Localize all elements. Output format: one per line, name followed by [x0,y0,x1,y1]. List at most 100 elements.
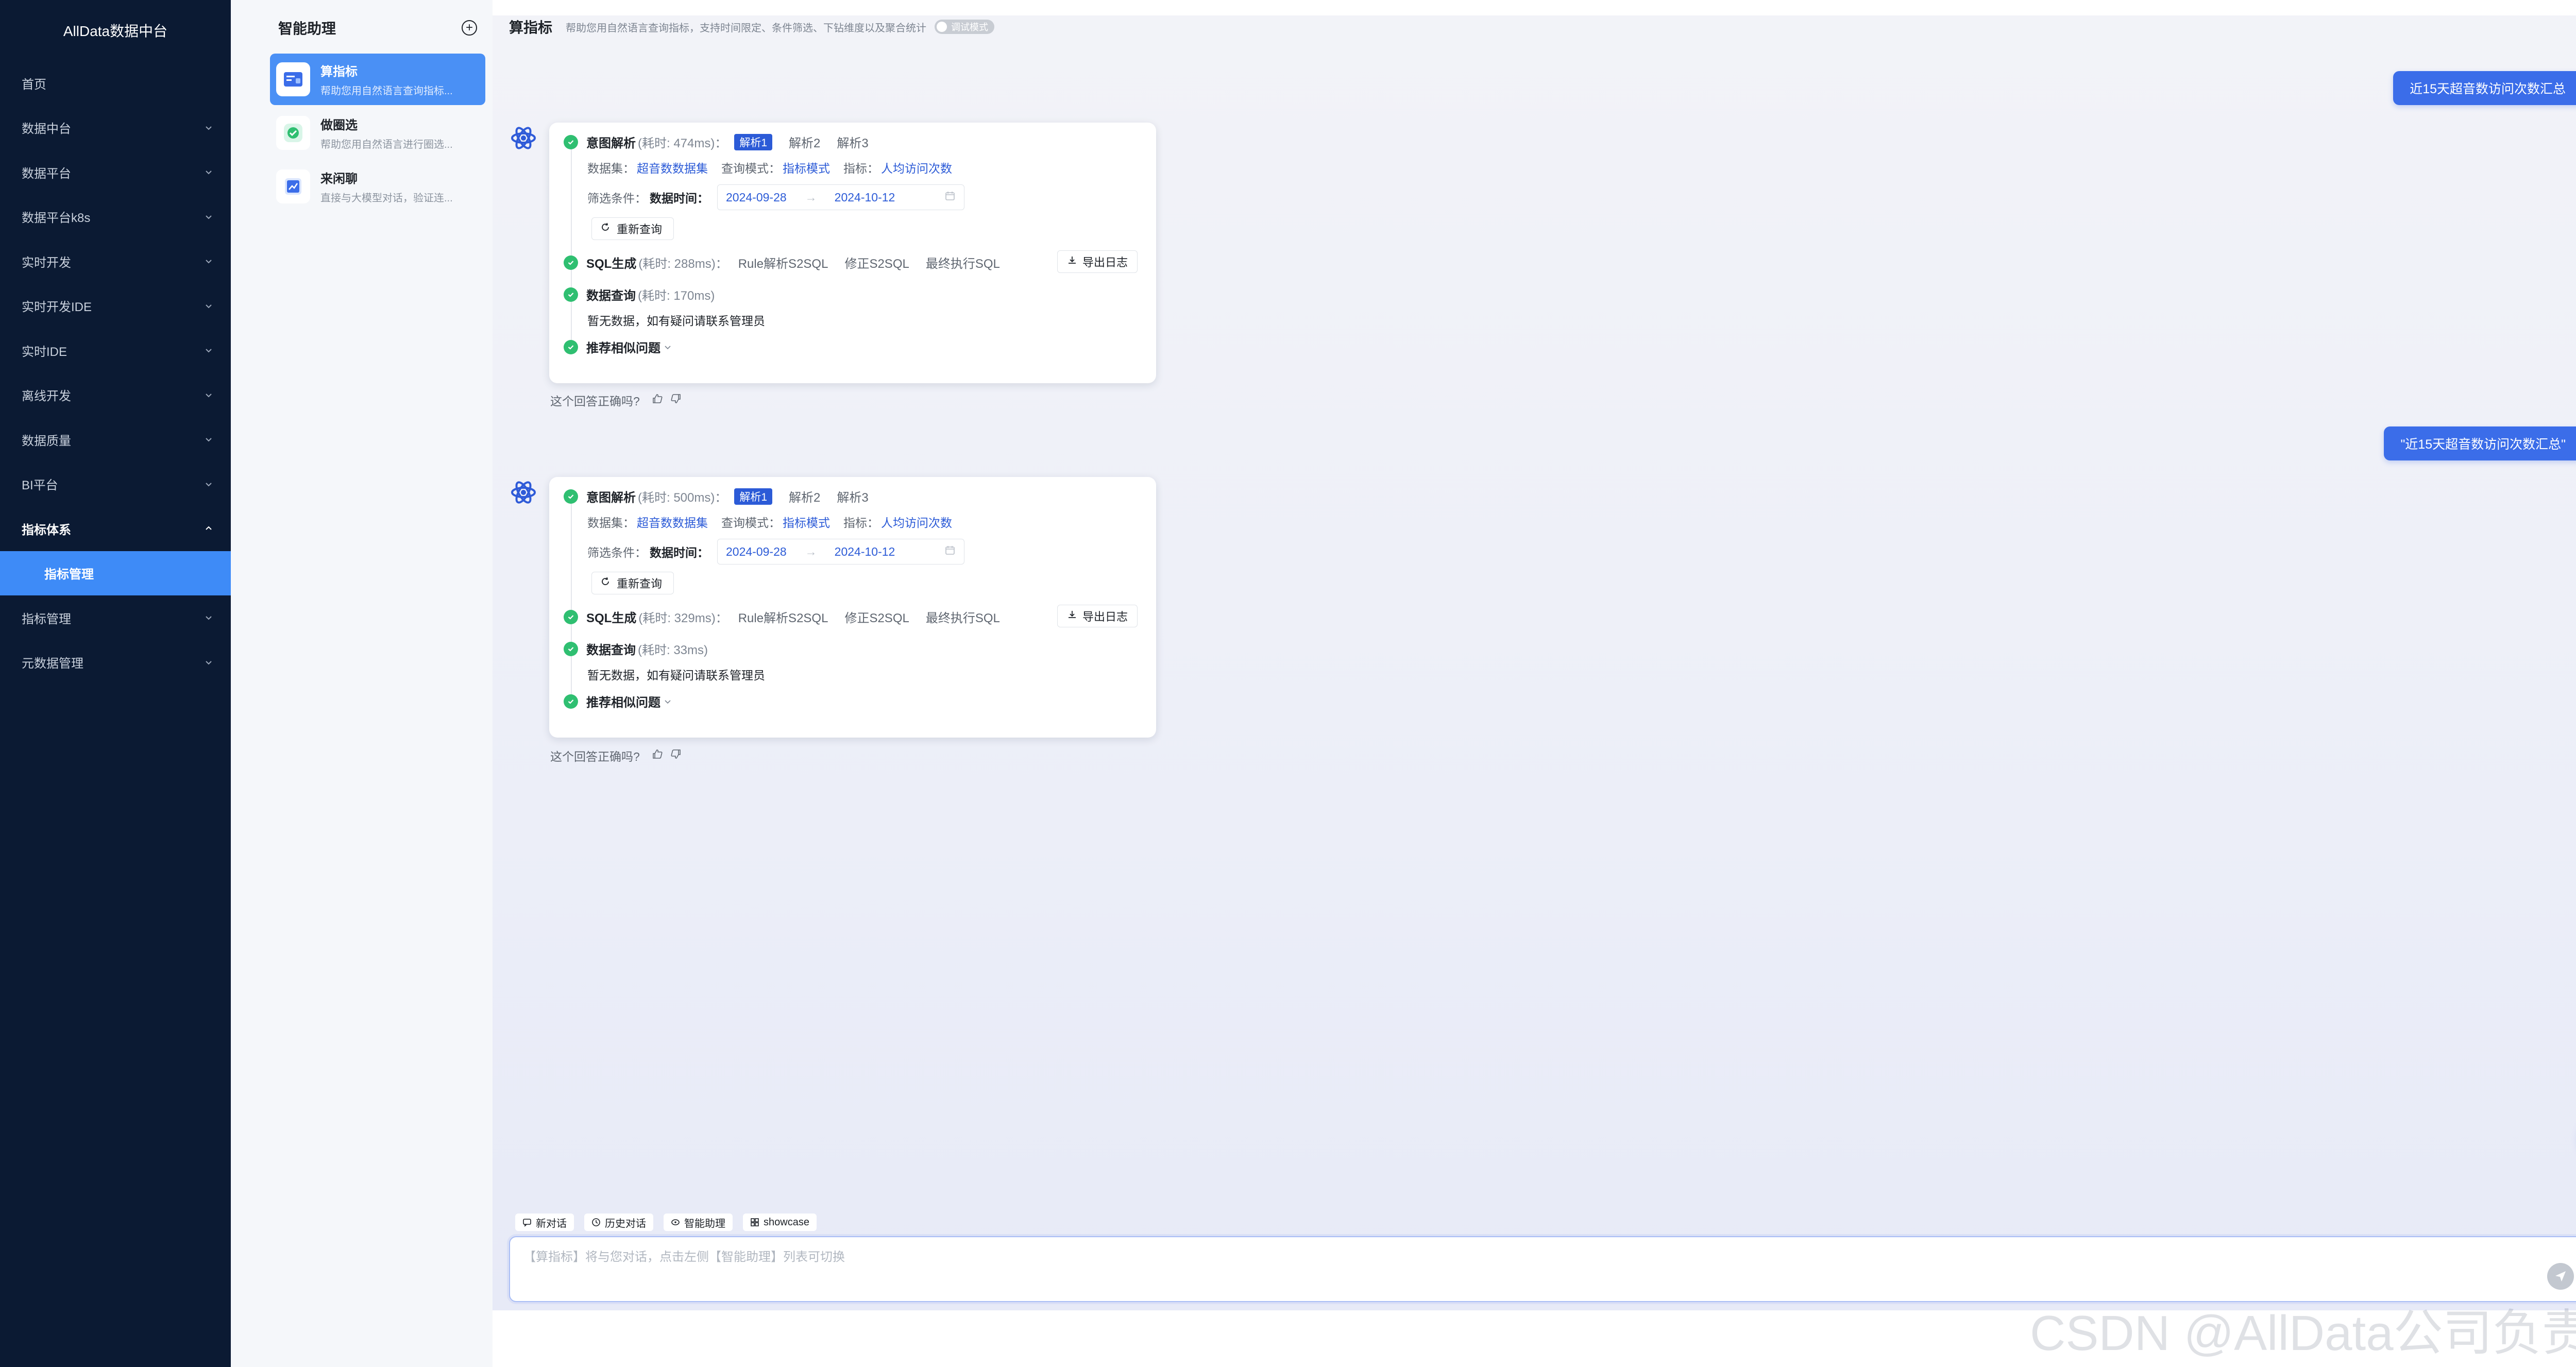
dataset-link[interactable]: 超音数数据集 [637,159,708,176]
debug-mode-toggle[interactable]: 调试模式 [935,20,995,34]
parse-tab[interactable]: 解析2 [789,487,820,505]
date-range-picker[interactable]: 2024-09-28 → 2024-10-12 [717,184,964,210]
thumbs-up-icon[interactable] [651,392,664,408]
quick-tabs: 新对话 历史对话 智能助理 showcase [515,1214,827,1231]
chevron-down-icon [203,612,214,623]
recommend-label: 推荐相似问题 [586,341,660,355]
sql-tab[interactable]: 最终执行SQL [926,608,1000,626]
nav-item-label: 实时开发IDE [22,300,92,315]
nav-item[interactable]: 元数据管理 [0,640,231,685]
thumbs-down-icon[interactable] [670,748,682,763]
filter-field: 数据时间： [650,546,709,559]
filter-row: 筛选条件： 数据时间： 2024-09-28 → 2024-10-12 [587,539,964,565]
filter-row: 筛选条件： 数据时间： 2024-09-28 → 2024-10-12 [587,184,964,210]
sql-tab[interactable]: 最终执行SQL [926,253,1000,271]
agent-name: 做圈选 [320,118,358,132]
nav-item[interactable]: 数据平台k8s [0,195,231,240]
step-cost: (耗时: 170ms) [638,289,715,303]
sql-tab[interactable]: Rule解析S2SQL [738,253,828,271]
history-tab[interactable]: 历史对话 [584,1214,653,1231]
history-label: 历史对话 [605,1218,646,1229]
refresh-icon [600,576,611,590]
sql-tab[interactable]: 修正S2SQL [844,253,909,271]
thumbs-up-icon[interactable] [651,748,664,763]
nav-item-label: 数据中台 [22,122,71,136]
new-agent-plus-icon[interactable]: + [462,20,477,36]
nav-item[interactable]: BI平台 [0,462,231,507]
agent-card[interactable]: 来闲聊 直接与大模型对话，验证连... [270,161,485,212]
sql-tab[interactable]: 修正S2SQL [844,608,909,626]
chat-input[interactable] [510,1237,2576,1301]
parse-tab[interactable]: 解析3 [837,133,868,151]
step-timeline [571,147,572,353]
nav-item-label: 数据质量 [22,434,71,448]
send-button[interactable] [2547,1263,2574,1290]
date-range-picker[interactable]: 2024-09-28 → 2024-10-12 [717,539,964,565]
nav-item[interactable]: 指标管理 [0,595,231,640]
step-cost: (耗时: 288ms)： [638,257,728,271]
nav-item[interactable]: 离线开发 [0,373,231,418]
query-step: 数据查询 (耗时: 33ms) [564,640,708,658]
agent-card[interactable]: 做圈选 帮助您用自然语言进行圈选... [270,107,485,159]
chat-description: 帮助您用自然语言查询指标，支持时间限定、条件筛选、下钻维度以及聚合统计 [566,22,927,34]
mode-value: 指标模式 [783,516,830,529]
rerun-query-button[interactable]: 重新查询 [591,217,674,240]
step-title: 数据查询 [586,289,636,303]
showcase-tab[interactable]: showcase [743,1214,817,1231]
intent-step: 意图解析 (耗时: 474ms)： 解析1 解析2 解析3 [564,133,869,151]
toggle-knob [937,22,947,32]
recommend-step[interactable]: 推荐相似问题 [564,338,672,356]
metric-label: 指标： [843,516,879,529]
nav-item[interactable]: 数据质量 [0,417,231,462]
step-title: SQL生成 [586,257,637,271]
assistant-tab[interactable]: 智能助理 [664,1214,733,1231]
export-log-button[interactable]: 导出日志 [1057,605,1138,627]
step-timeline [571,502,572,708]
chevron-down-icon [203,122,214,133]
agent-card[interactable]: 算指标 帮助您用自然语言查询指标... [270,54,485,105]
sql-tabs: Rule解析S2SQL 修正S2SQL 最终执行SQL [728,253,1000,271]
chevron-down-icon [203,657,214,668]
nav-item-label: 元数据管理 [22,657,83,671]
no-data-message: 暂无数据，如有疑问请联系管理员 [587,669,765,682]
parse-tab-active[interactable]: 解析1 [734,133,773,150]
nav-menu: 首页数据中台数据平台 数据平台k8s 实时开发实时开发IDE 实时IDE 离线开发数据质… [0,61,231,685]
agent-name: 算指标 [320,65,358,79]
step-title: 意图解析 [586,136,636,150]
chevron-down-icon [203,211,214,223]
new-chat-tab[interactable]: 新对话 [515,1214,574,1231]
nav-item[interactable]: 首页 [0,61,231,106]
showcase-label: showcase [764,1216,809,1228]
chevron-down-icon [664,343,672,351]
agent-panel-header: 智能助理 + [278,18,482,38]
nav-item[interactable]: 实时IDE [0,328,231,373]
nav-item[interactable]: 实时开发IDE [0,284,231,329]
mode-label: 查询模式： [721,162,781,175]
nav-item-label: 实时开发 [22,255,71,270]
metric-value[interactable]: 人均访问次数 [881,159,952,176]
rerun-label: 重新查询 [617,223,663,236]
nav-item[interactable]: 数据中台 [0,106,231,150]
nav-item[interactable]: 实时开发 [0,239,231,284]
parse-tab-active[interactable]: 解析1 [734,488,773,505]
date-end: 2024-10-12 [834,190,895,204]
recommend-step[interactable]: 推荐相似问题 [564,692,672,710]
dataset-link[interactable]: 超音数数据集 [637,513,708,531]
chat-title: 算指标 [509,20,553,36]
parse-tab[interactable]: 解析2 [789,133,820,151]
check-icon [564,489,578,504]
nav-item[interactable]: 指标体系 [0,506,231,551]
thumbs-down-icon[interactable] [670,392,682,408]
nav-item[interactable]: 指标管理 [0,551,231,595]
date-start: 2024-09-28 [726,190,787,204]
chevron-down-icon [203,389,214,401]
rerun-query-button[interactable]: 重新查询 [591,572,674,594]
nav-item-label: 首页 [22,77,46,92]
brand-logo: AllData数据中台 [63,23,168,39]
sql-tab[interactable]: Rule解析S2SQL [738,608,828,626]
metric-value[interactable]: 人均访问次数 [881,513,952,531]
nav-item[interactable]: 数据平台 [0,150,231,195]
parse-tab[interactable]: 解析3 [837,487,868,505]
export-log-button[interactable]: 导出日志 [1057,250,1138,273]
check-icon [564,609,578,624]
